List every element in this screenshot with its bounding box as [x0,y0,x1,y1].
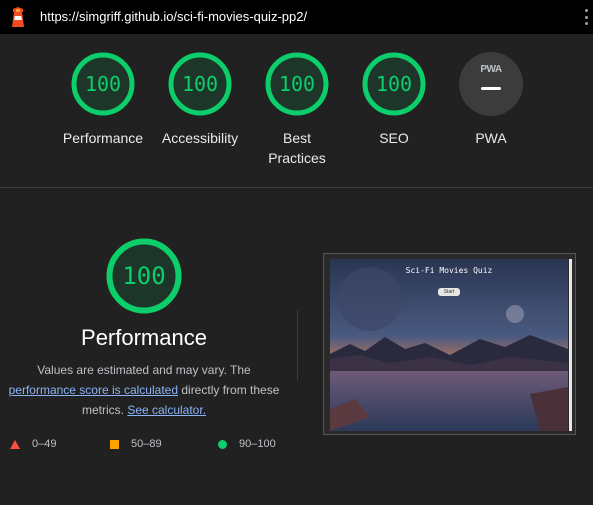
gauge-pwa[interactable]: PWA PWA [446,52,536,148]
thumbnail-title: Sci-Fi Movies Quiz [405,266,493,275]
gauge-label: SEO [379,130,409,146]
legend-range: 90–100 [239,438,276,450]
circle-icon [218,439,227,449]
see-calculator-link[interactable]: See calculator. [127,403,206,417]
legend-fail: 0–49 [10,438,56,450]
legend-pass: 90–100 [218,438,276,450]
score-legend: 0–49 50–89 90–100 [0,438,300,454]
url-bar: https://simgriff.github.io/sci-fi-movies… [0,0,593,34]
performance-title: Performance [81,325,207,350]
lighthouse-icon [12,7,24,27]
page-url[interactable]: https://simgriff.github.io/sci-fi-movies… [40,9,307,24]
landscape-image [330,259,568,431]
gauge-ring: 100 [362,52,426,116]
gauge-ring: 100 [168,52,232,116]
triangle-icon [10,439,20,449]
gauge-ring: 100 [71,52,135,116]
gauge-ring: 100 [265,52,329,116]
legend-range: 0–49 [32,438,57,450]
legend-average: 50–89 [110,438,162,450]
section-divider [0,187,593,188]
gauge-best-practices[interactable]: 100 Best Practices [252,52,342,168]
gauge-performance[interactable]: 100 Performance [58,52,148,148]
legend-range: 50–89 [131,438,162,450]
category-gauges: 100 Performance 100 Accessibility 100 Be… [0,52,593,172]
screenshot-image: Sci-Fi Movies Quiz Start [330,259,568,431]
vertical-divider [297,310,298,380]
thumbnail-scrollbar [569,259,572,431]
desc-text: Values are estimated and may vary. The [37,363,251,377]
gauge-accessibility[interactable]: 100 Accessibility [155,52,245,148]
gauge-score: 100 [181,72,219,96]
performance-gauge: 100 [106,238,182,314]
gauge-score: 100 [84,72,122,96]
gauge-label: Best Practices [268,130,326,166]
gauge-label: Accessibility [161,130,239,146]
kebab-menu-icon[interactable] [585,9,589,25]
pwa-badge-text: PWA [480,64,502,75]
dash-icon [481,87,501,90]
performance-score: 100 [122,262,166,290]
final-screenshot[interactable]: Sci-Fi Movies Quiz Start [323,253,576,435]
gauge-label: PWA [475,130,507,146]
performance-description: Values are estimated and may vary. The p… [4,360,284,420]
start-button: Start [438,288,460,296]
square-icon [110,439,119,449]
pwa-badge: PWA [459,52,523,116]
gauge-label: Performance [62,130,144,146]
gauge-score: 100 [375,72,413,96]
gauge-score: 100 [278,72,316,96]
gauge-seo[interactable]: 100 SEO [349,52,439,148]
score-calculated-link[interactable]: performance score is calculated [9,383,178,397]
